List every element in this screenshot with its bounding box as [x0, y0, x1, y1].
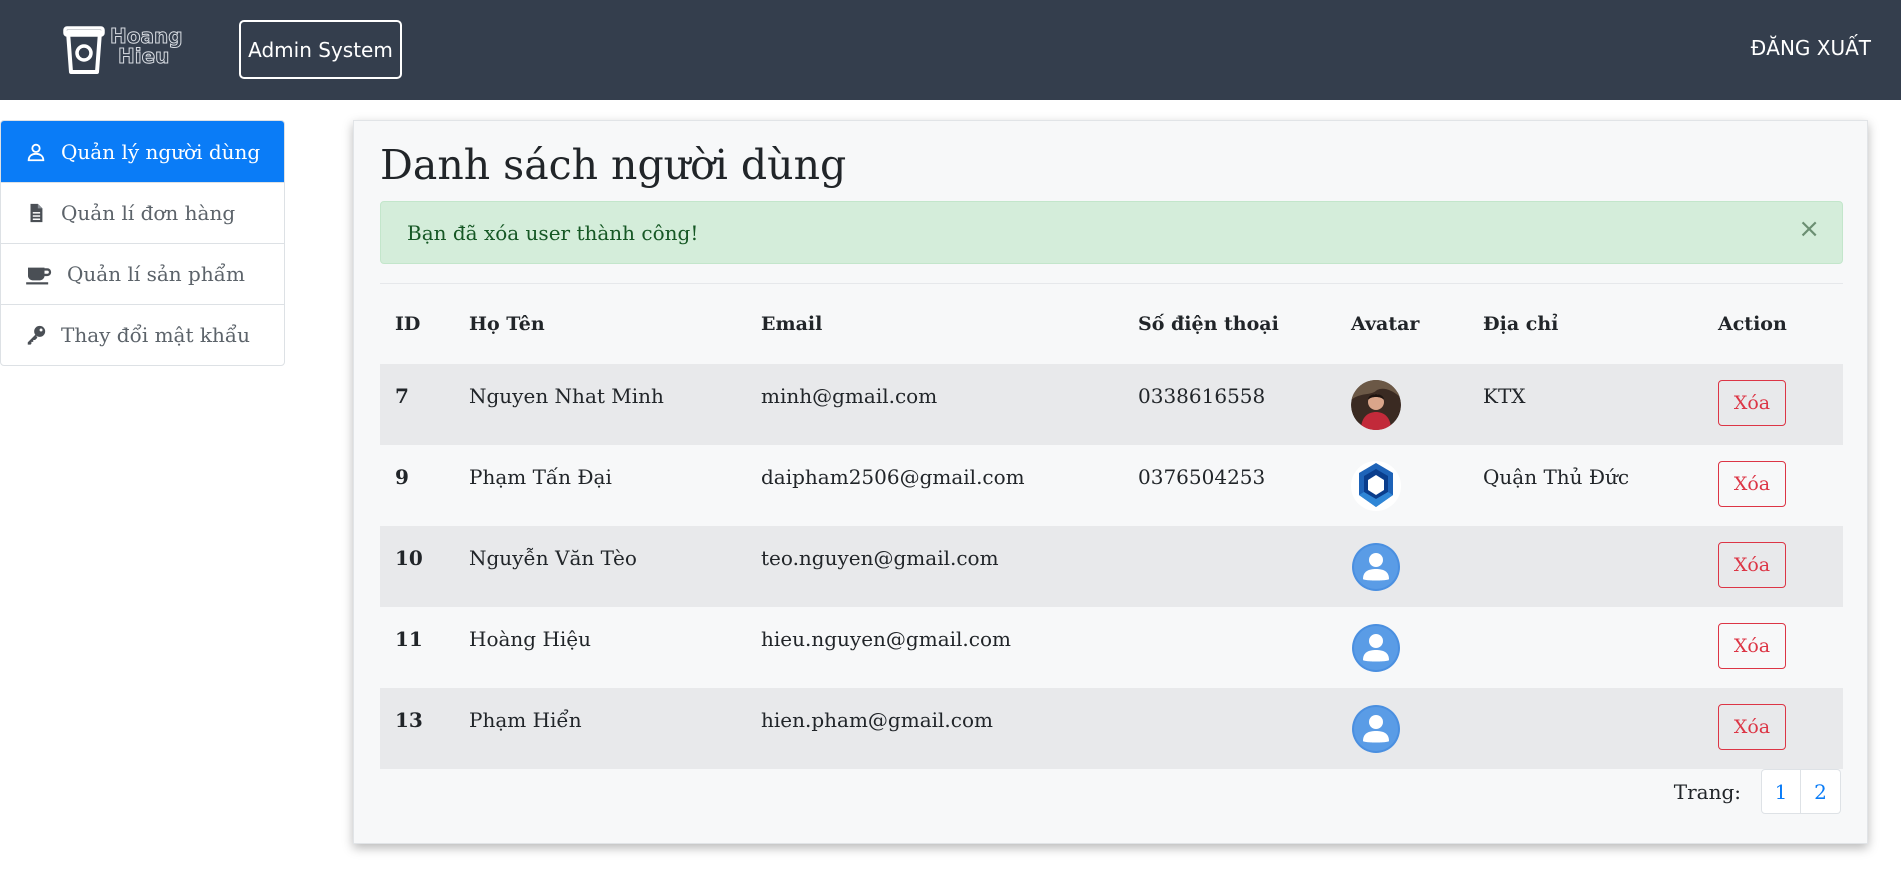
top-navbar: Hoang Hieu Admin System ĐĂNG XUẤT: [0, 0, 1901, 100]
sidebar-item-label: Quản lí đơn hàng: [61, 201, 236, 225]
logout-link[interactable]: ĐĂNG XUẤT: [1751, 36, 1871, 60]
cell-action: Xóa: [1703, 688, 1843, 750]
header-action: Action: [1718, 313, 1787, 335]
default-user-avatar: [1352, 624, 1400, 672]
user-list-card: Danh sách người dùng Bạn đã xóa user thà…: [353, 120, 1868, 844]
bk-logo-avatar: [1351, 461, 1401, 511]
cell-name: Hoàng Hiệu: [469, 627, 592, 651]
cell-email: hieu.nguyen@gmail.com: [761, 627, 1011, 651]
cell-action: Xóa: [1703, 445, 1843, 507]
header-name: Họ Tên: [469, 313, 545, 335]
users-table: ID Họ Tên Email Số điện thoại Avatar Địa…: [380, 284, 1843, 769]
cell-id: 11: [395, 627, 423, 651]
cell-action: Xóa: [1703, 364, 1843, 426]
table-row: 9 Phạm Tấn Đại daipham2506@gmail.com 037…: [380, 445, 1843, 526]
table-row: 7 Nguyen Nhat Minh minh@gmail.com 033861…: [380, 364, 1843, 445]
sidebar: Quản lý người dùng Quản lí đơn hàng Quản…: [0, 120, 285, 366]
table-row: 10 Nguyễn Văn Tèo teo.nguyen@gmail.com X…: [380, 526, 1843, 607]
delete-button[interactable]: Xóa: [1718, 542, 1786, 588]
page-link-1[interactable]: 1: [1761, 769, 1801, 814]
cell-phone: [1123, 526, 1336, 546]
cell-name: Nguyen Nhat Minh: [469, 384, 664, 408]
logo-text: Hoang Hieu: [110, 24, 184, 68]
cell-name: Nguyễn Văn Tèo: [469, 546, 637, 570]
cell-avatar: [1336, 445, 1468, 511]
admin-system-button[interactable]: Admin System: [239, 20, 402, 79]
sidebar-item-product-management[interactable]: Quản lí sản phẩm: [1, 243, 284, 304]
cell-id: 9: [395, 465, 409, 489]
cell-phone: 0338616558: [1138, 384, 1266, 408]
cup-logo-icon: [63, 26, 105, 74]
cell-address: KTX: [1483, 384, 1526, 408]
cell-avatar: [1336, 364, 1468, 430]
default-user-avatar: [1352, 543, 1400, 591]
close-icon[interactable]: ×: [1798, 214, 1820, 244]
cell-address: Quận Thủ Đức: [1483, 465, 1630, 489]
cell-name: Phạm Hiển: [469, 708, 582, 732]
table-header: ID Họ Tên Email Số điện thoại Avatar Địa…: [380, 284, 1843, 364]
header-avatar: Avatar: [1351, 313, 1420, 335]
cell-address: [1468, 526, 1703, 546]
cell-action: Xóa: [1703, 607, 1843, 669]
cell-phone: [1123, 607, 1336, 627]
sidebar-item-user-management[interactable]: Quản lý người dùng: [1, 121, 284, 182]
document-icon: [30, 203, 43, 223]
pagination: Trang: 1 2: [1674, 769, 1841, 814]
delete-button[interactable]: Xóa: [1718, 461, 1786, 507]
cell-id: 7: [395, 384, 409, 408]
success-alert: Bạn đã xóa user thành công! ×: [380, 201, 1843, 264]
cell-email: minh@gmail.com: [761, 384, 938, 408]
key-icon: [27, 325, 46, 345]
cell-address: [1468, 607, 1703, 627]
delete-button[interactable]: Xóa: [1718, 380, 1786, 426]
cell-email: teo.nguyen@gmail.com: [761, 546, 999, 570]
header-email: Email: [761, 313, 823, 335]
cell-name: Phạm Tấn Đại: [469, 465, 612, 489]
cell-phone: [1123, 688, 1336, 708]
delete-button[interactable]: Xóa: [1718, 623, 1786, 669]
coffee-cup-icon: [26, 267, 52, 285]
table-row: 11 Hoàng Hiệu hieu.nguyen@gmail.com Xóa: [380, 607, 1843, 688]
header-address: Địa chỉ: [1483, 313, 1559, 335]
cell-email: hien.pham@gmail.com: [761, 708, 993, 732]
header-phone: Số điện thoại: [1138, 313, 1279, 335]
alert-message: Bạn đã xóa user thành công!: [407, 220, 699, 245]
page-link-2[interactable]: 2: [1801, 769, 1841, 814]
sidebar-item-change-password[interactable]: Thay đổi mật khẩu: [1, 304, 284, 365]
cell-avatar: [1336, 526, 1468, 592]
default-user-avatar: [1352, 705, 1400, 753]
user-icon: [27, 143, 45, 161]
cell-email: daipham2506@gmail.com: [761, 465, 1025, 489]
cell-phone: 0376504253: [1138, 465, 1266, 489]
page-title: Danh sách người dùng: [380, 141, 847, 189]
sidebar-item-label: Quản lý người dùng: [61, 139, 261, 164]
cell-avatar: [1336, 607, 1468, 673]
brand-logo[interactable]: Hoang Hieu: [62, 22, 192, 78]
sidebar-item-label: Quản lí sản phẩm: [67, 262, 245, 286]
table-row: 13 Phạm Hiển hien.pham@gmail.com Xóa: [380, 688, 1843, 769]
cell-avatar: [1336, 688, 1468, 754]
sidebar-item-label: Thay đổi mật khẩu: [61, 323, 251, 347]
header-id: ID: [395, 313, 421, 335]
photo-avatar: [1351, 380, 1401, 430]
cell-id: 13: [395, 708, 423, 732]
cell-id: 10: [395, 546, 423, 570]
sidebar-item-order-management[interactable]: Quản lí đơn hàng: [1, 182, 284, 243]
cell-action: Xóa: [1703, 526, 1843, 588]
delete-button[interactable]: Xóa: [1718, 704, 1786, 750]
pagination-label: Trang:: [1673, 779, 1741, 804]
cell-address: [1468, 688, 1703, 708]
